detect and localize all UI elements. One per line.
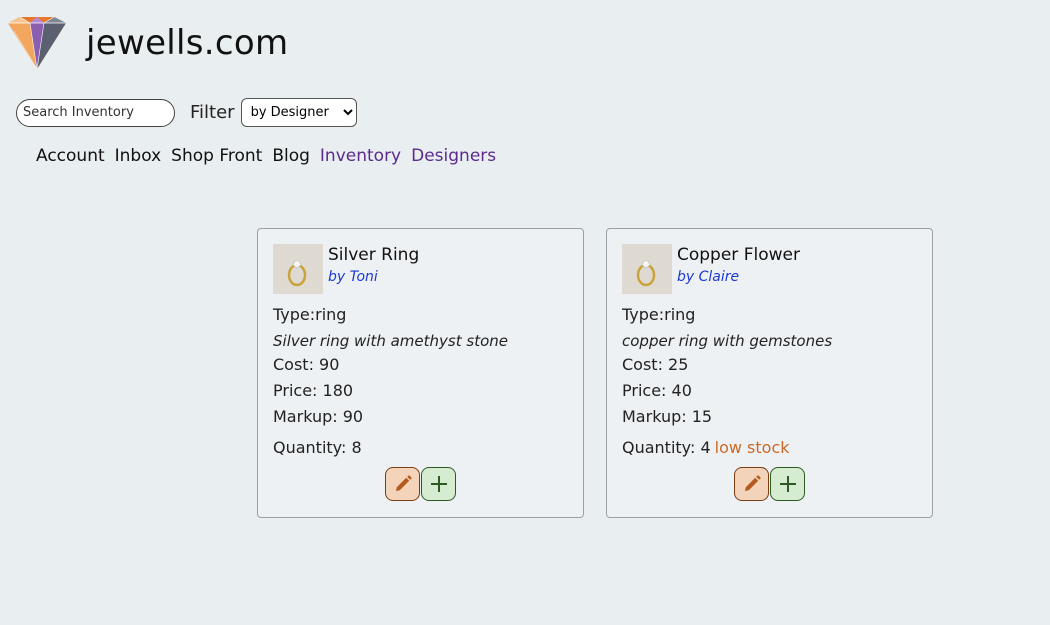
site-title: jewells.com [86, 23, 289, 63]
plus-icon [430, 476, 447, 492]
item-details: Type:ring Silver ring with amethyst ston… [273, 305, 508, 464]
item-markup: Markup: 15 [622, 407, 713, 426]
nav-item-shop-front[interactable]: Shop Front [171, 146, 262, 166]
item-description: Silver ring with amethyst stone [273, 332, 508, 350]
ring-thumbnail [622, 244, 672, 294]
nav-item-inbox[interactable]: Inbox [115, 146, 162, 166]
item-quantity: Quantity: 4 [622, 438, 711, 457]
ring-thumbnail [273, 244, 323, 294]
item-name: Copper Flower [677, 245, 800, 265]
diamond-logo-icon[interactable] [6, 15, 68, 71]
card-actions [258, 467, 583, 501]
edit-button[interactable] [734, 467, 769, 501]
item-cost: Cost: 25 [622, 355, 689, 374]
product-card: Silver Ring by Toni Type:ring Silver rin… [257, 228, 584, 518]
site-header: jewells.com [6, 14, 288, 72]
plus-icon [779, 476, 796, 492]
low-stock-badge: low stock [714, 438, 790, 457]
item-quantity: Quantity: 8 [273, 438, 362, 457]
main-nav: Account Inbox Shop Front Blog Inventory … [36, 146, 506, 166]
item-description: copper ring with gemstones [622, 332, 833, 350]
add-button[interactable] [421, 467, 456, 501]
nav-item-inventory[interactable]: Inventory [320, 146, 401, 166]
item-cost: Cost: 90 [273, 355, 340, 374]
card-actions [607, 467, 932, 501]
pencil-icon [744, 475, 761, 491]
product-card: Copper Flower by Claire Type:ring copper… [606, 228, 933, 518]
item-type: Type:ring [622, 305, 696, 324]
item-quantity-row: Quantity: 4 low stock [622, 438, 832, 464]
nav-item-designers[interactable]: Designers [411, 146, 496, 166]
pencil-icon [395, 475, 412, 491]
item-markup: Markup: 90 [273, 407, 364, 426]
item-name: Silver Ring [328, 245, 420, 265]
nav-item-account[interactable]: Account [36, 146, 105, 166]
edit-button[interactable] [385, 467, 420, 501]
filter-select[interactable]: by Designer [240, 98, 357, 127]
filter-label: Filter [190, 102, 235, 123]
designer-link[interactable]: by Toni [328, 269, 378, 285]
designer-link[interactable]: by Claire [677, 269, 739, 285]
item-type: Type:ring [273, 305, 347, 324]
nav-item-blog[interactable]: Blog [272, 146, 310, 166]
item-details: Type:ring copper ring with gemstones Cos… [622, 305, 832, 464]
item-price: Price: 180 [273, 381, 354, 400]
add-button[interactable] [770, 467, 805, 501]
search-input[interactable] [16, 98, 175, 127]
toolbar: Filter by Designer [16, 98, 357, 127]
item-price: Price: 40 [622, 381, 692, 400]
item-quantity-row: Quantity: 8 [273, 438, 508, 464]
